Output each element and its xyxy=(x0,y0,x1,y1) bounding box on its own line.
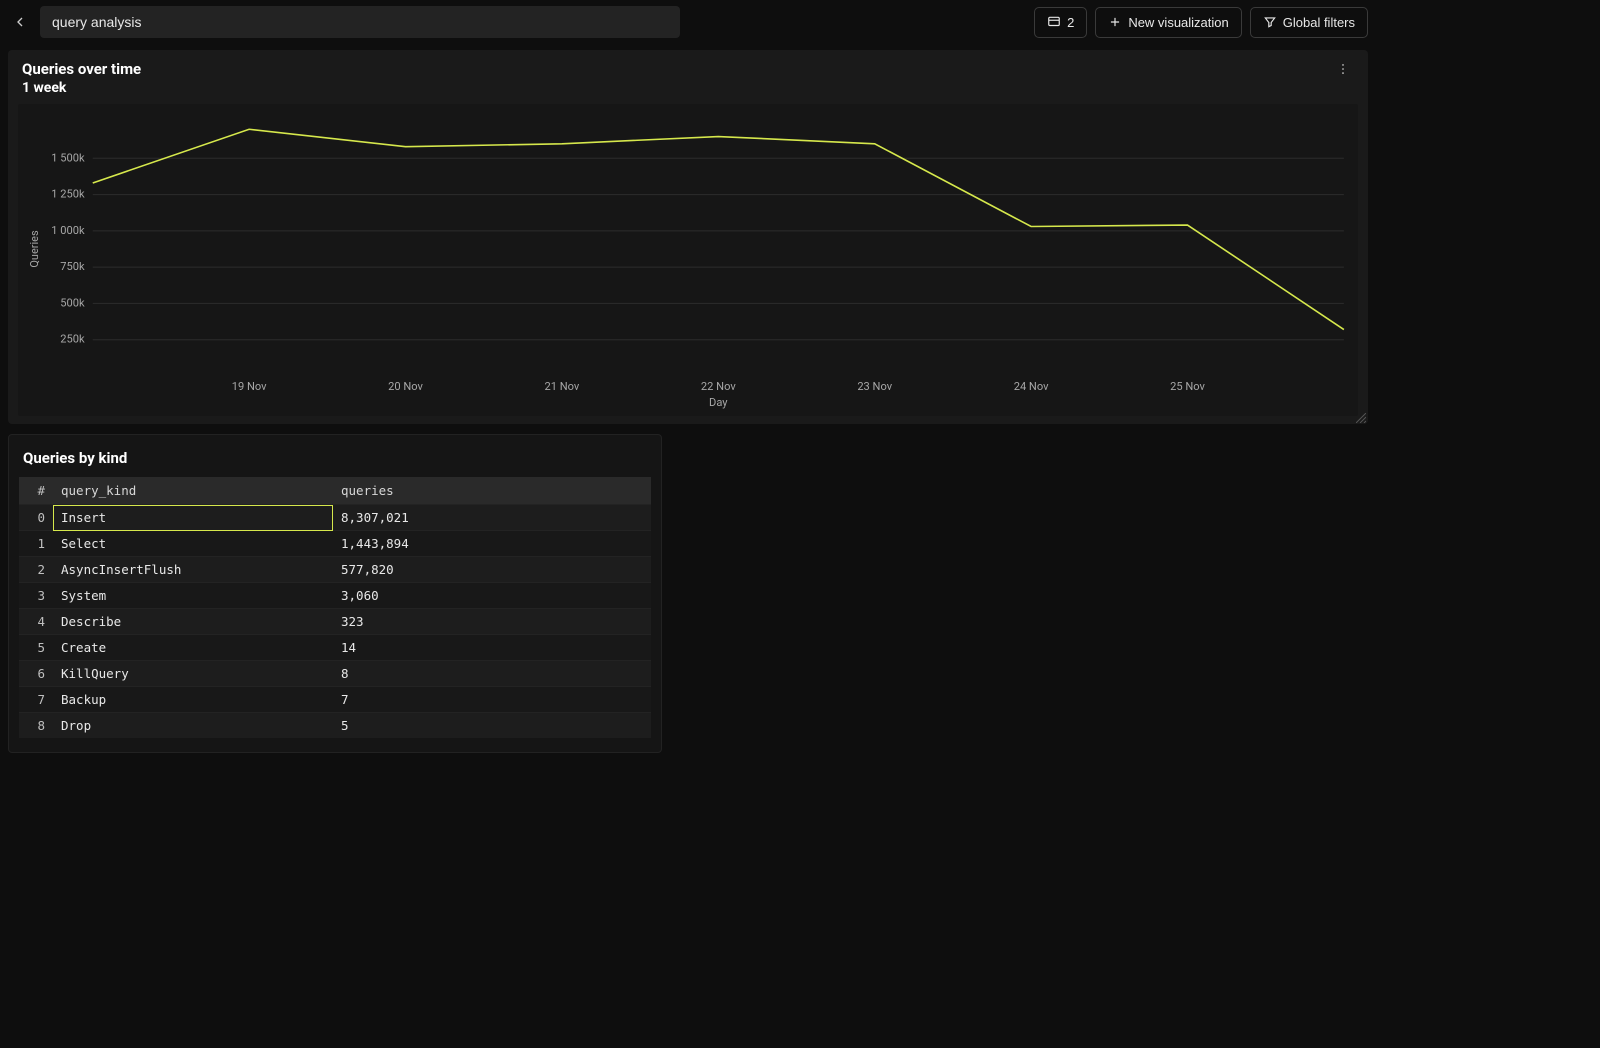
cell-query-kind[interactable]: Describe xyxy=(53,609,333,635)
svg-text:750k: 750k xyxy=(60,260,85,273)
more-vertical-icon xyxy=(1336,62,1350,76)
cell-queries[interactable]: 7 xyxy=(333,687,651,713)
svg-text:19 Nov: 19 Nov xyxy=(232,380,267,393)
cell-index: 3 xyxy=(19,583,53,609)
query-kind-table: # query_kind queries 0Insert8,307,0211Se… xyxy=(19,477,651,738)
svg-text:250k: 250k xyxy=(60,333,85,346)
panel-queries-over-time: ⠿ Queries over time 1 week 250k500k750k1… xyxy=(8,50,1368,424)
col-index[interactable]: # xyxy=(19,477,53,505)
plus-icon xyxy=(1108,15,1122,29)
panel-title: Queries over time xyxy=(22,60,141,78)
cell-queries[interactable]: 323 xyxy=(333,609,651,635)
cell-index: 4 xyxy=(19,609,53,635)
svg-text:1 250k: 1 250k xyxy=(51,188,85,201)
back-button[interactable] xyxy=(8,10,32,34)
panel-count-label: 2 xyxy=(1067,15,1074,30)
dashboard-title-input[interactable] xyxy=(40,6,680,38)
table-row[interactable]: 3System3,060 xyxy=(19,583,651,609)
resize-handle-icon[interactable] xyxy=(1356,412,1366,422)
cell-query-kind[interactable]: KillQuery xyxy=(53,661,333,687)
svg-text:500k: 500k xyxy=(60,296,85,309)
panel-menu-button[interactable] xyxy=(1332,60,1354,82)
cell-query-kind[interactable]: Create xyxy=(53,635,333,661)
cell-index: 8 xyxy=(19,713,53,739)
chart-container: 250k 500k 750k 1 000k 1 250k 1 500k 19 Nov 20 N… xyxy=(18,104,1358,416)
cell-queries[interactable]: 5 xyxy=(333,713,651,739)
svg-text:Day: Day xyxy=(709,396,728,409)
cell-queries[interactable]: 8,307,021 xyxy=(333,505,651,531)
content-area: ⠿ Queries over time 1 week 250k500k750k1… xyxy=(0,44,1376,761)
svg-text:21 Nov: 21 Nov xyxy=(545,380,580,393)
svg-text:20 Nov: 20 Nov xyxy=(388,380,423,393)
cell-queries[interactable]: 1,443,894 xyxy=(333,531,651,557)
global-filters-label: Global filters xyxy=(1283,15,1355,30)
cell-queries[interactable]: 8 xyxy=(333,661,651,687)
cell-index: 7 xyxy=(19,687,53,713)
cell-index: 2 xyxy=(19,557,53,583)
cell-query-kind[interactable]: Backup xyxy=(53,687,333,713)
cell-index: 5 xyxy=(19,635,53,661)
topbar: 2 New visualization Global filters xyxy=(0,0,1376,44)
cell-query-kind[interactable]: Select xyxy=(53,531,333,557)
new-visualization-label: New visualization xyxy=(1128,15,1228,30)
table-header-row: # query_kind queries xyxy=(19,477,651,505)
svg-text:22 Nov: 22 Nov xyxy=(701,380,736,393)
panel-count-button[interactable]: 2 xyxy=(1034,7,1087,38)
cell-index: 1 xyxy=(19,531,53,557)
svg-text:1 500k: 1 500k xyxy=(51,151,85,164)
new-visualization-button[interactable]: New visualization xyxy=(1095,7,1241,38)
table-row[interactable]: 8Drop5 xyxy=(19,713,651,739)
table-row[interactable]: 2AsyncInsertFlush577,820 xyxy=(19,557,651,583)
svg-text:1 000k: 1 000k xyxy=(51,224,85,237)
table-row[interactable]: 4Describe323 xyxy=(19,609,651,635)
global-filters-button[interactable]: Global filters xyxy=(1250,7,1368,38)
cell-index: 6 xyxy=(19,661,53,687)
svg-text:24 Nov: 24 Nov xyxy=(1014,380,1049,393)
table-row[interactable]: 0Insert8,307,021 xyxy=(19,505,651,531)
cell-query-kind[interactable]: Insert xyxy=(53,505,333,531)
cell-index: 0 xyxy=(19,505,53,531)
cell-queries[interactable]: 14 xyxy=(333,635,651,661)
col-queries[interactable]: queries xyxy=(333,477,651,505)
table-row[interactable]: 5Create14 xyxy=(19,635,651,661)
cell-queries[interactable]: 577,820 xyxy=(333,557,651,583)
panel-queries-by-kind: Queries by kind # query_kind queries 0In… xyxy=(8,434,662,753)
table-row[interactable]: 7Backup7 xyxy=(19,687,651,713)
cell-queries[interactable]: 3,060 xyxy=(333,583,651,609)
cell-query-kind[interactable]: Drop xyxy=(53,713,333,739)
panel-title: Queries by kind xyxy=(19,445,651,477)
svg-text:25 Nov: 25 Nov xyxy=(1170,380,1205,393)
table-row[interactable]: 1Select1,443,894 xyxy=(19,531,651,557)
table-row[interactable]: 6KillQuery8 xyxy=(19,661,651,687)
cell-query-kind[interactable]: AsyncInsertFlush xyxy=(53,557,333,583)
panel-icon xyxy=(1047,15,1061,29)
filter-icon xyxy=(1263,15,1277,29)
cell-query-kind[interactable]: System xyxy=(53,583,333,609)
line-chart[interactable]: 250k 500k 750k 1 000k 1 250k 1 500k 19 Nov 20 N… xyxy=(22,112,1354,412)
col-query-kind[interactable]: query_kind xyxy=(53,477,333,505)
panel-subtitle: 1 week xyxy=(22,80,141,96)
svg-text:23 Nov: 23 Nov xyxy=(857,380,892,393)
svg-text:Queries: Queries xyxy=(28,230,41,268)
